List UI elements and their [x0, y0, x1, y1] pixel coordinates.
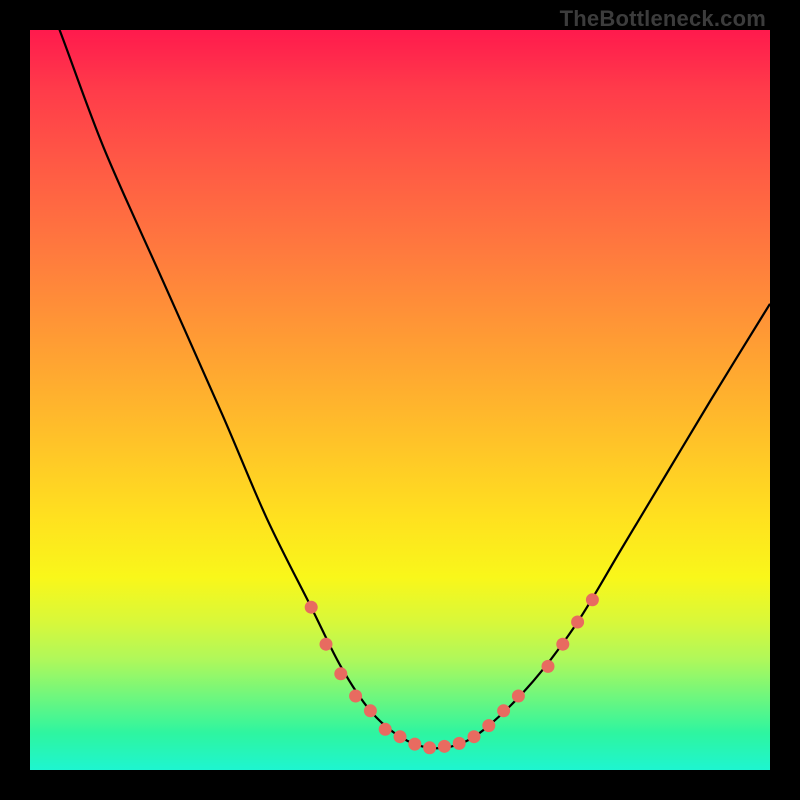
highlight-dot [379, 723, 392, 736]
highlight-dot [408, 738, 421, 751]
highlight-dot [556, 638, 569, 651]
highlight-dot [334, 667, 347, 680]
highlight-dot [512, 690, 525, 703]
highlight-dot [320, 638, 333, 651]
highlight-dot [571, 616, 584, 629]
bottleneck-curve [30, 0, 770, 748]
highlight-dot [482, 719, 495, 732]
highlight-dot [423, 741, 436, 754]
highlight-dot [468, 730, 481, 743]
highlight-dot [497, 704, 510, 717]
highlight-dot [349, 690, 362, 703]
highlight-dot [305, 601, 318, 614]
highlight-dot [364, 704, 377, 717]
highlight-dot [453, 737, 466, 750]
highlight-dots [305, 593, 599, 754]
highlight-dot [438, 740, 451, 753]
highlight-dot [542, 660, 555, 673]
curve-layer [0, 0, 800, 800]
highlight-dot [394, 730, 407, 743]
highlight-dot [586, 593, 599, 606]
